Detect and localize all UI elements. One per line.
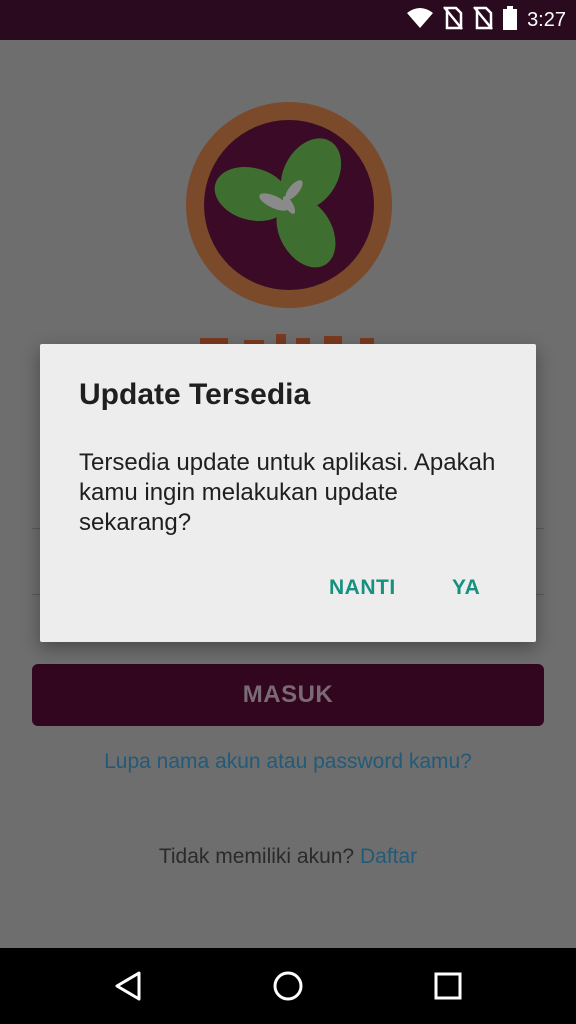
navigation-bar <box>0 948 576 1024</box>
wifi-icon <box>407 7 434 34</box>
status-time: 3:27 <box>527 8 566 31</box>
battery-icon <box>503 5 518 35</box>
back-icon[interactable] <box>108 966 148 1006</box>
no-sim-icon <box>443 5 464 35</box>
login-button[interactable]: MASUK <box>32 664 544 726</box>
later-button[interactable]: NANTI <box>329 576 396 600</box>
app-logo <box>186 102 392 308</box>
recents-icon[interactable] <box>428 966 468 1006</box>
status-bar: 3:27 <box>0 0 576 40</box>
no-sim-icon <box>473 5 494 35</box>
status-icons: 3:27 <box>407 0 566 40</box>
yes-button[interactable]: YA <box>452 576 480 600</box>
signup-row: Tidak memiliki akun? Daftar <box>0 845 576 869</box>
home-icon[interactable] <box>268 966 308 1006</box>
dialog-message: Tersedia update untuk aplikasi. Apakah k… <box>79 449 496 536</box>
forgot-password-link[interactable]: Lupa nama akun atau password kamu? <box>0 750 576 774</box>
dialog-title: Update Tersedia <box>79 378 311 411</box>
signup-link[interactable]: Daftar <box>360 845 417 868</box>
update-dialog: Update Tersedia Tersedia update untuk ap… <box>40 344 536 642</box>
no-account-text: Tidak memiliki akun? <box>158 845 355 868</box>
